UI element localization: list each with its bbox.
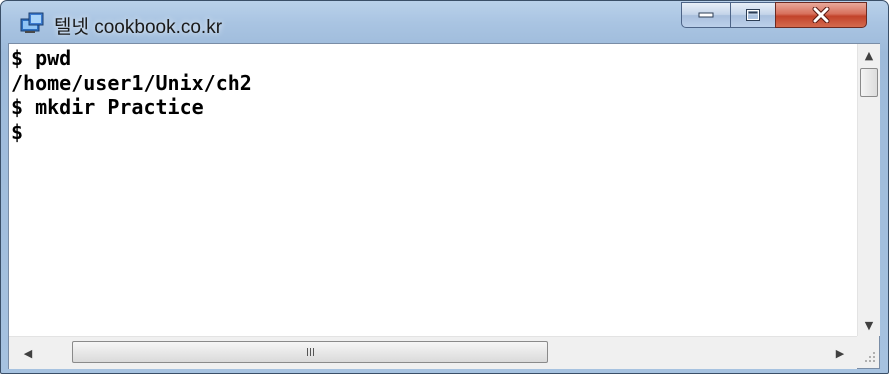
terminal-line: $ pwd [11,46,72,70]
resize-grip-icon[interactable] [857,336,879,368]
terminal-line: /home/user1/Unix/ch2 [11,70,252,95]
scroll-up-arrow-icon[interactable]: ▲ [858,44,880,66]
vertical-scroll-thumb[interactable] [860,68,878,97]
grip-icon [306,348,314,356]
terminal-line: $ [11,119,24,144]
maximize-button[interactable] [730,2,776,28]
scroll-down-arrow-icon[interactable]: ▼ [858,314,880,336]
horizontal-scrollbar[interactable]: ◀ ▶ [9,336,857,369]
close-button[interactable] [775,2,867,28]
window-title: 텔넷 cookbook.co.kr [54,17,223,38]
minimize-button[interactable] [681,2,731,28]
horizontal-scroll-thumb[interactable] [72,341,548,363]
title-bar[interactable]: 텔넷 cookbook.co.kr [1,1,888,43]
telnet-app-icon [20,12,44,33]
console-client-area: $ pwd /home/user1/Unix/ch2 $ mkdir Pract… [8,43,880,369]
vertical-scrollbar[interactable]: ▲ ▼ [857,44,880,336]
minimize-icon [698,12,714,18]
scroll-left-arrow-icon[interactable]: ◀ [17,342,39,364]
close-icon [812,7,830,23]
terminal-output[interactable]: $ pwd /home/user1/Unix/ch2 $ mkdir Pract… [9,44,857,336]
scroll-right-arrow-icon[interactable]: ▶ [829,342,851,364]
terminal-line: $ mkdir Practice [11,95,204,119]
telnet-window: 텔넷 cookbook.co.kr $ pwd /home/user1/Unix… [0,0,889,374]
maximize-icon [746,9,760,21]
